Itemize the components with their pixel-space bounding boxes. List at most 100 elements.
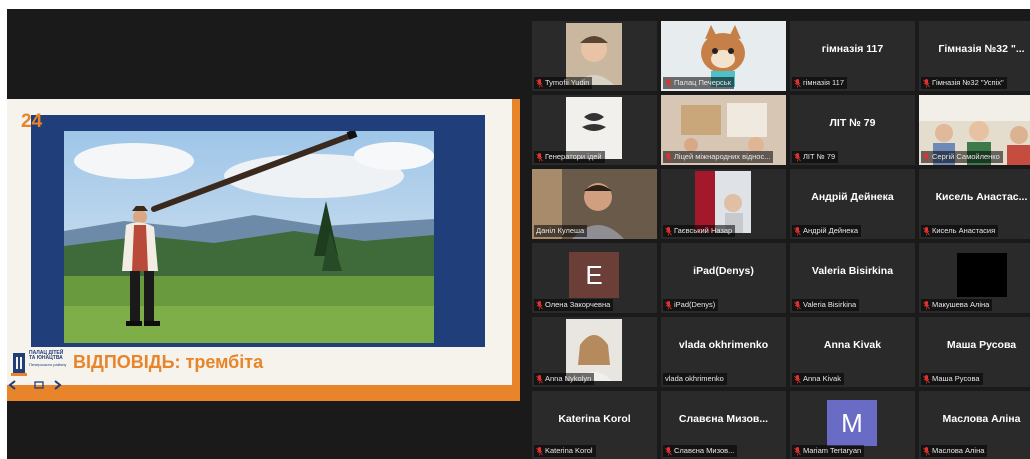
participant-tile[interactable]: iPad(Denys) iPad(Denys) xyxy=(661,243,786,313)
mic-muted-icon xyxy=(536,374,543,383)
participant-display-name: Маша Русова xyxy=(946,339,1017,351)
mic-muted-icon xyxy=(665,226,672,235)
slide: 24 ПАЛАЦ ДІТЕЙ ТА ЮНАЦТВА Печерського ра… xyxy=(7,99,512,385)
participant-tile[interactable]: Гімназія №32 "... Гімназія №32 "Успіх" xyxy=(919,21,1030,91)
participant-tile[interactable]: гімназія 117 гімназія 117 xyxy=(790,21,915,91)
participant-name: Гаєвський Назар xyxy=(674,226,733,235)
participant-name-label: vlada okhrimenko xyxy=(663,373,727,385)
participant-name-label: Anna Kivak xyxy=(792,373,844,385)
participant-tile[interactable]: Valeria Bisirkina Valeria Bisirkina xyxy=(790,243,915,313)
participant-tile[interactable]: E Олена Закорчевна xyxy=(532,243,657,313)
participant-name: Маша Русова xyxy=(932,374,980,383)
participant-display-name: iPad(Denys) xyxy=(693,265,754,277)
participant-name-label: Славєна Мизов... xyxy=(663,445,738,457)
participant-display-name: Valeria Bisirkina xyxy=(811,265,894,277)
participant-display-name: Маслова Аліна xyxy=(942,413,1021,425)
participant-name: Mariam Tertaryan xyxy=(803,446,862,455)
shared-screen[interactable]: 24 ПАЛАЦ ДІТЕЙ ТА ЮНАЦТВА Печерського ра… xyxy=(7,99,520,401)
participant-name: Олена Закорчевна xyxy=(545,300,611,309)
participant-name-label: Олена Закорчевна xyxy=(534,299,614,311)
trembita-photo xyxy=(64,131,434,343)
participant-display-name: vlada okhrimenko xyxy=(678,339,769,351)
palace-logo-icon xyxy=(11,353,27,376)
participant-tile[interactable]: M Mariam Tertaryan xyxy=(790,391,915,459)
participant-tile[interactable]: Гаєвський Назар xyxy=(661,169,786,239)
participant-name: Генератори ідей xyxy=(545,152,602,161)
participant-tile[interactable]: Макушева Аліна xyxy=(919,243,1030,313)
mic-muted-icon xyxy=(794,152,801,161)
mic-muted-icon xyxy=(794,374,801,383)
participant-name-label: Маша Русова xyxy=(921,373,983,385)
mic-muted-icon xyxy=(536,446,543,455)
participant-name-label: Katerina Korol xyxy=(534,445,596,457)
participant-name: Anna Nykolyn xyxy=(545,374,592,383)
participant-name-label: Кисель Анастасия xyxy=(921,225,999,237)
answer-row: ПАЛАЦ ДІТЕЙ ТА ЮНАЦТВА Печерського район… xyxy=(7,345,512,385)
participant-tile[interactable]: Сергій Самойленко xyxy=(919,95,1030,165)
mic-muted-icon xyxy=(794,300,801,309)
participant-display-name: Гімназія №32 "... xyxy=(938,43,1025,55)
participant-avatar: M xyxy=(827,400,877,446)
mic-muted-icon xyxy=(536,152,543,161)
participant-name-label: Маслова Аліна xyxy=(921,445,988,457)
mic-muted-icon xyxy=(923,78,930,87)
participant-tile[interactable]: Маша Русова Маша Русова xyxy=(919,317,1030,387)
participant-display-name: Anna Kivak xyxy=(823,339,882,351)
participant-tile[interactable]: Даніл Кулеша xyxy=(532,169,657,239)
answer-text: ВІДПОВІДЬ: трембіта xyxy=(73,352,264,372)
participant-name-label: Генератори ідей xyxy=(534,151,605,163)
participant-name: Андрій Дейнека xyxy=(803,226,859,235)
participant-name: vlada okhrimenko xyxy=(665,374,724,383)
slide-photo xyxy=(64,131,434,343)
participant-name-label: Valeria Bisirkina xyxy=(792,299,860,311)
participant-tile[interactable]: Кисель Анастас... Кисель Анастасия xyxy=(919,169,1030,239)
mic-muted-icon xyxy=(923,300,930,309)
participant-display-name: Славєна Мизов... xyxy=(678,413,769,425)
mic-muted-icon xyxy=(923,374,930,383)
participant-tile[interactable]: Палац Печерськ xyxy=(661,21,786,91)
zoom-meeting-window: 24 ПАЛАЦ ДІТЕЙ ТА ЮНАЦТВА Печерського ра… xyxy=(7,9,1030,459)
participant-tile[interactable]: Katerina Korol Katerina Korol xyxy=(532,391,657,459)
mic-muted-icon xyxy=(536,300,543,309)
participant-tile[interactable]: Ліцей міжнародних віднос... xyxy=(661,95,786,165)
participant-name-label: Макушева Аліна xyxy=(921,299,993,311)
participant-tile[interactable]: Anna Kivak Anna Kivak xyxy=(790,317,915,387)
mic-muted-icon xyxy=(923,152,930,161)
participant-name: Anna Kivak xyxy=(803,374,841,383)
prev-arrow-icon[interactable] xyxy=(8,380,16,390)
participant-tile[interactable]: Генератори ідей xyxy=(532,95,657,165)
participant-name-label: Tymofii Yudin xyxy=(534,77,593,89)
slide-sorter-icon[interactable] xyxy=(34,381,44,389)
participant-name: Палац Печерськ xyxy=(674,78,731,87)
participant-name: Славєна Мизов... xyxy=(674,446,735,455)
participant-tile[interactable]: Маслова Аліна Маслова Аліна xyxy=(919,391,1030,459)
participant-name-label: Гаєвський Назар xyxy=(663,225,736,237)
participant-video-off xyxy=(957,253,1007,297)
participant-tile[interactable]: Anna Nykolyn xyxy=(532,317,657,387)
participant-name: Кисель Анастасия xyxy=(932,226,996,235)
slide-controls xyxy=(7,377,67,390)
participant-name: Ліцей міжнародних віднос... xyxy=(674,152,771,161)
participant-name: Valeria Bisirkina xyxy=(803,300,857,309)
participant-name-label: Сергій Самойленко xyxy=(921,151,1003,163)
participant-display-name: Андрій Дейнека xyxy=(811,191,894,203)
logo-title: ПАЛАЦ ДІТЕЙ ТА ЮНАЦТВА xyxy=(29,350,64,361)
mic-muted-icon xyxy=(536,78,543,87)
mic-muted-icon xyxy=(665,446,672,455)
mic-muted-icon xyxy=(923,226,930,235)
participant-display-name: Кисель Анастас... xyxy=(935,191,1028,203)
next-arrow-icon[interactable] xyxy=(54,380,62,390)
participant-tile[interactable]: ЛІТ № 79 ЛІТ № 79 xyxy=(790,95,915,165)
participant-tile[interactable]: Андрій Дейнека Андрій Дейнека xyxy=(790,169,915,239)
participant-tile[interactable]: Tymofii Yudin xyxy=(532,21,657,91)
participant-name-label: Андрій Дейнека xyxy=(792,225,862,237)
participant-name: Tymofii Yudin xyxy=(545,78,590,87)
participant-tile[interactable]: Славєна Мизов... Славєна Мизов... xyxy=(661,391,786,459)
participant-name: ЛІТ № 79 xyxy=(803,152,836,161)
participant-display-name: Katerina Korol xyxy=(558,413,631,425)
participant-display-name: ЛІТ № 79 xyxy=(829,117,876,129)
participant-name: Сергій Самойленко xyxy=(932,152,1000,161)
participant-name-label: гімназія 117 xyxy=(792,77,847,89)
mic-muted-icon xyxy=(923,446,930,455)
participant-tile[interactable]: vlada okhrimenko vlada okhrimenko xyxy=(661,317,786,387)
